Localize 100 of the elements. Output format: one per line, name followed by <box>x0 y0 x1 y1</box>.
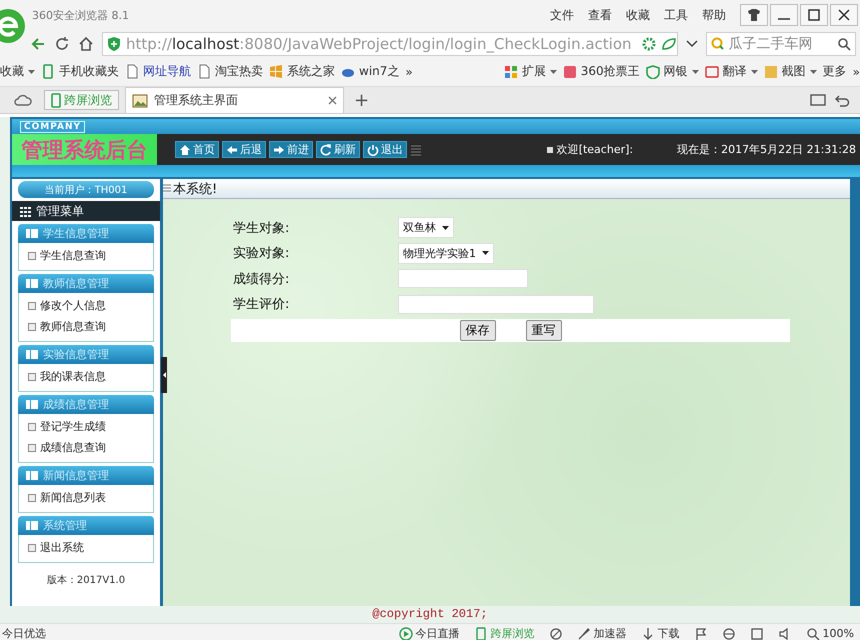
toolbar-link[interactable]: 截图 <box>764 63 817 80</box>
menu-group-title: 实验信息管理 <box>43 347 109 362</box>
window-icon[interactable] <box>810 93 828 107</box>
bookmark-link[interactable]: 网址导航 <box>125 63 191 80</box>
caret-icon <box>442 226 449 230</box>
lines-icon[interactable] <box>410 144 422 156</box>
panel-icon <box>26 471 38 480</box>
menu-group-title: 学生信息管理 <box>43 226 109 241</box>
zoom-level[interactable]: 100% <box>822 626 854 640</box>
status-button[interactable]: 加速器 <box>594 626 627 640</box>
leaf-icon[interactable] <box>660 36 677 50</box>
nav-button[interactable]: 刷新 <box>316 141 360 158</box>
nav-button[interactable]: 前进 <box>269 141 313 158</box>
date-time: 现在是：2017年5月22日 21:31:28 <box>677 142 856 157</box>
page-icon <box>125 64 139 79</box>
bookmark-link[interactable]: win7之 <box>341 63 400 80</box>
phone-icon <box>51 92 61 108</box>
menu-item[interactable]: 查看 <box>588 6 612 24</box>
field-label: 成绩得分: <box>233 270 290 288</box>
caret-icon[interactable] <box>28 70 35 74</box>
status-button[interactable]: 今日直播 <box>416 626 460 640</box>
menu-link[interactable]: 退出系统 <box>40 540 84 555</box>
down-arrow-icon <box>640 626 655 640</box>
nav-button[interactable]: 后退 <box>222 141 266 158</box>
dropdown-icon[interactable] <box>686 40 698 48</box>
menu-link[interactable]: 教师信息查询 <box>40 319 106 334</box>
shield-icon <box>646 64 660 78</box>
more-bookmarks-button[interactable]: » <box>405 64 413 78</box>
caret-icon <box>482 251 489 256</box>
document-icon <box>28 322 36 330</box>
menu-item[interactable]: 工具 <box>664 6 688 24</box>
reload-icon[interactable] <box>54 36 70 52</box>
shirt-icon[interactable] <box>745 7 763 23</box>
panel-icon <box>26 521 38 530</box>
document-icon <box>28 444 36 452</box>
search-field[interactable]: 瓜子二手车网 <box>706 32 856 56</box>
bookmark-link[interactable]: 收藏 <box>0 63 35 80</box>
version-text: 版本：2017V1.0 <box>46 574 126 587</box>
right-arrow-icon <box>273 144 285 156</box>
menu-item[interactable]: 帮助 <box>702 6 726 24</box>
company-badge: COMPANY <box>20 120 85 132</box>
document-icon <box>28 494 36 502</box>
toolbar-link[interactable]: 网银 <box>646 63 699 80</box>
caret-icon[interactable] <box>550 70 557 74</box>
address-field[interactable]: http://localhost:8080/JavaWebProject/login/login_CheckLogin.action <box>102 32 678 56</box>
browser-title: 360安全浏览器 8.1 <box>32 8 130 22</box>
nav-button[interactable]: 退出 <box>363 141 407 158</box>
caret-icon[interactable] <box>750 70 758 74</box>
close-tab-icon[interactable] <box>328 96 337 105</box>
search-text: 瓜子二手车网 <box>728 34 813 52</box>
text-field[interactable] <box>398 294 594 314</box>
menu-link[interactable]: 修改个人信息 <box>40 298 106 313</box>
text-field[interactable] <box>398 269 528 288</box>
panel-icon <box>26 350 38 359</box>
left-arrow-icon <box>226 144 238 156</box>
status-button[interactable]: 下载 <box>658 626 680 640</box>
menu-item[interactable]: 文件 <box>550 6 574 24</box>
caret-icon[interactable] <box>692 70 699 74</box>
grid-icon <box>20 206 32 216</box>
windows-logo-icon <box>269 64 283 79</box>
bookmark-link[interactable]: 系统之家 <box>269 63 335 80</box>
menu-item[interactable]: 收藏 <box>626 6 650 24</box>
shield-icon <box>107 36 121 52</box>
bookmark-link[interactable]: 淘宝热卖 <box>197 63 263 80</box>
menu-title: 管理菜单 <box>36 202 84 220</box>
browser-tab[interactable]: 管理系统主界面 <box>125 87 344 113</box>
search-engine-icon <box>710 36 725 50</box>
cloud-icon[interactable] <box>14 93 32 107</box>
select-field[interactable]: 物理光学实验1 <box>398 242 494 264</box>
bookmark-link[interactable]: 手机收藏夹 <box>41 63 119 80</box>
home-icon[interactable] <box>78 36 94 52</box>
menu-group-title: 成绩信息管理 <box>43 397 109 412</box>
form-button[interactable]: 保存 <box>460 320 496 341</box>
system-title: 管理系统后台 <box>12 134 157 165</box>
toolbar-link[interactable]: 翻译 <box>704 63 758 80</box>
menu-link[interactable]: 登记学生成绩 <box>40 419 106 434</box>
search-icon[interactable] <box>837 36 851 50</box>
back-arrow-icon[interactable] <box>30 36 46 52</box>
window-icon[interactable] <box>750 626 764 640</box>
menu-link[interactable]: 成绩信息查询 <box>40 440 106 455</box>
toolbar-link[interactable]: 扩展 <box>504 63 557 80</box>
form-button[interactable]: 重写 <box>526 320 562 341</box>
flag-icon[interactable] <box>694 626 708 640</box>
caret-icon[interactable] <box>810 70 817 74</box>
nav-button[interactable]: 首页 <box>175 141 219 158</box>
play-icon <box>398 626 413 640</box>
toolbar-link[interactable]: 更多 <box>822 63 847 80</box>
field-label: 学生对象: <box>233 220 290 237</box>
toolbar-link[interactable]: 360抢票王 <box>562 63 640 80</box>
more-tools-button[interactable]: » <box>852 64 860 78</box>
field-label: 学生评价: <box>233 296 290 314</box>
new-tab-button[interactable]: + <box>350 90 374 110</box>
undo-icon[interactable] <box>834 93 852 107</box>
menu-group-title: 教师信息管理 <box>43 276 109 291</box>
select-field[interactable]: 双鱼林 <box>398 217 454 238</box>
field-label: 实验对象: <box>233 245 290 262</box>
document-icon <box>28 302 36 310</box>
welcome-text: 欢迎[teacher]: <box>556 142 634 157</box>
panel-icon <box>26 279 38 288</box>
lines-icon <box>163 184 171 194</box>
